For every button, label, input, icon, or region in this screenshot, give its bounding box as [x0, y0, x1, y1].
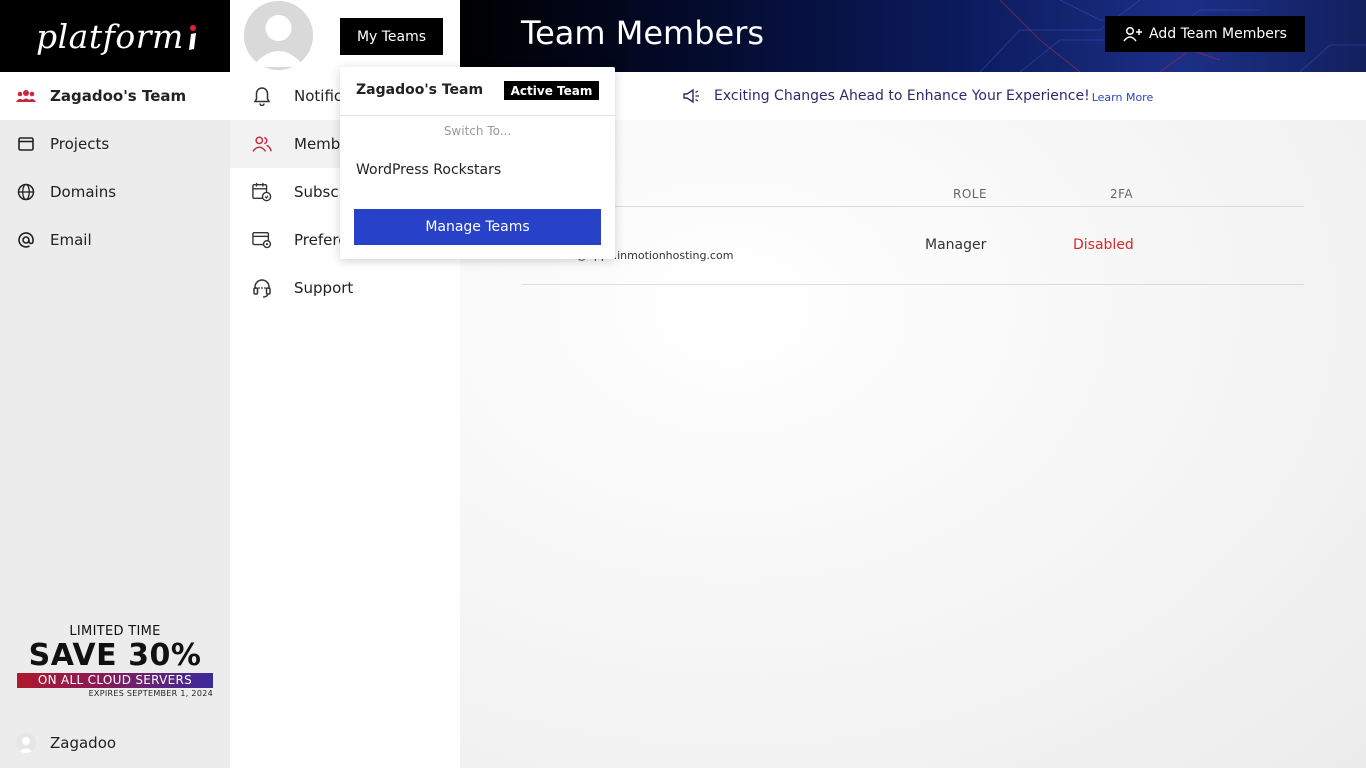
user-avatar-icon	[16, 733, 36, 753]
member-2fa-status: Disabled	[1073, 237, 1134, 253]
sidebar-item-domains[interactable]: Domains	[0, 168, 230, 216]
card-gear-icon	[252, 230, 272, 250]
avatar-icon[interactable]	[244, 1, 313, 70]
globe-icon	[16, 182, 36, 202]
sidebar-item-projects[interactable]: Projects	[0, 120, 230, 168]
subnav-item-support[interactable]: Support	[230, 264, 460, 312]
window-icon	[16, 134, 36, 154]
my-teams-dropdown: Zagadoo's Team Active Team Switch To... …	[340, 67, 615, 259]
active-team-badge: Active Team	[504, 81, 599, 100]
logo-mark-icon	[188, 25, 197, 51]
current-team-row: Zagadoo's Team Active Team	[340, 67, 615, 116]
promo-line-2: SAVE 30%	[28, 638, 202, 673]
add-team-members-label: Add Team Members	[1149, 26, 1287, 42]
promo-banner[interactable]: LIMITED TIME SAVE 30% ON ALL CLOUD SERVE…	[17, 624, 213, 698]
team-icon	[16, 86, 36, 106]
subnav-item-label: Support	[294, 279, 354, 297]
page-title: Team Members	[521, 14, 765, 52]
platform-logo[interactable]: platform	[0, 0, 230, 72]
megaphone-icon	[682, 88, 700, 104]
members-table: ROLE 2FA demo@apps.inmotionhosting.com M…	[522, 180, 1304, 285]
at-icon	[16, 230, 36, 250]
headset-icon	[252, 278, 272, 298]
add-team-members-button[interactable]: Add Team Members	[1105, 16, 1305, 52]
team-option-wordpress-rockstars[interactable]: WordPress Rockstars	[356, 162, 501, 178]
column-header-2fa[interactable]: 2FA	[1110, 187, 1133, 201]
promo-line-4: EXPIRES SEPTEMBER 1, 2024	[88, 689, 213, 698]
column-header-role[interactable]: ROLE	[953, 187, 987, 201]
announcement-text: Exciting Changes Ahead to Enhance Your E…	[714, 88, 1090, 104]
learn-more-link[interactable]: Learn More	[1092, 91, 1154, 104]
page-header-banner: Team Members Add Team Members	[460, 0, 1366, 72]
user-profile[interactable]: Zagadoo	[16, 733, 116, 753]
logo-text: platform	[36, 16, 184, 56]
sidebar-item-label: Domains	[50, 183, 117, 201]
sidebar-item-email[interactable]: Email	[0, 216, 230, 264]
manage-teams-button[interactable]: Manage Teams	[354, 209, 601, 245]
subnav-header: My Teams	[230, 0, 460, 72]
calendar-refresh-icon	[252, 182, 272, 202]
promo-line-1: LIMITED TIME	[69, 624, 161, 639]
current-team-name: Zagadoo's Team	[356, 82, 484, 98]
bell-icon	[252, 86, 272, 106]
add-user-icon	[1123, 26, 1143, 42]
table-header: ROLE 2FA	[522, 180, 1304, 207]
member-role: Manager	[925, 237, 987, 253]
switch-to-label: Switch To...	[443, 124, 512, 138]
sidebar-item-label: Email	[50, 231, 92, 249]
my-teams-button[interactable]: My Teams	[340, 18, 443, 55]
promo-line-3: ON ALL CLOUD SERVERS	[17, 673, 213, 688]
table-row[interactable]: demo@apps.inmotionhosting.com Manager Di…	[522, 207, 1304, 285]
sidebar-item-label: Projects	[50, 135, 110, 153]
members-icon	[252, 134, 272, 154]
sidebar-item-label: Zagadoo's Team	[50, 87, 187, 105]
user-name: Zagadoo	[50, 734, 117, 752]
sidebar-item-team[interactable]: Zagadoo's Team	[0, 72, 230, 120]
main-sidebar: platform Zagadoo's Team Projects Domains…	[0, 0, 230, 768]
